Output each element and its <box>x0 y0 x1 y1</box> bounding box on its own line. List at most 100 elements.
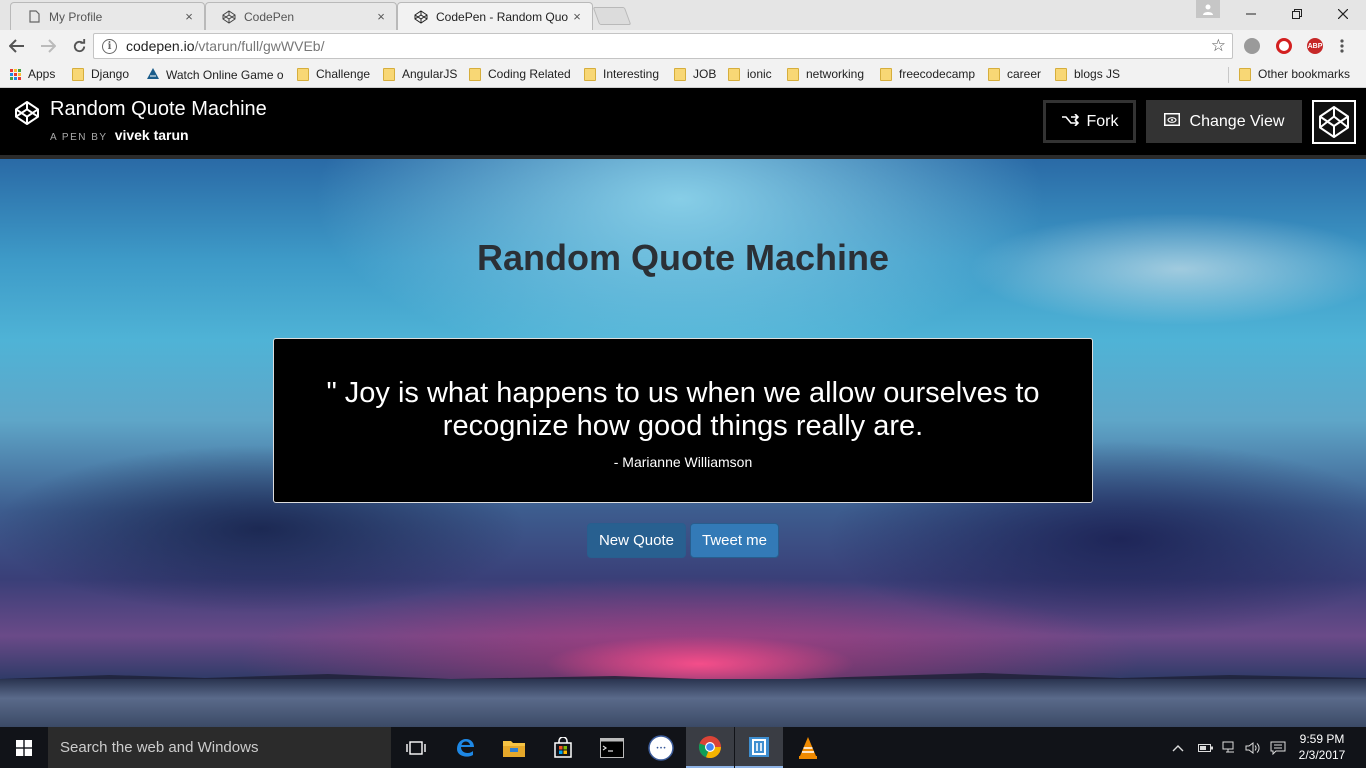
folder-icon <box>1239 67 1251 81</box>
bookmark-label: Interesting <box>603 67 660 81</box>
task-view-icon[interactable] <box>392 727 440 768</box>
folder-icon <box>880 67 892 81</box>
tab-close-icon[interactable]: × <box>182 9 196 24</box>
eye-window-icon <box>1163 112 1180 131</box>
bookmark-label: freecodecamp <box>899 67 976 81</box>
pen-byline: A PEN BY vivek tarun <box>50 127 189 143</box>
bookmark-label: blogs JS <box>1074 67 1121 81</box>
game-icon <box>146 67 160 83</box>
folder-icon <box>297 67 309 81</box>
menu-icon[interactable] <box>1340 38 1346 54</box>
folder-icon <box>383 67 395 81</box>
new-quote-button[interactable]: New Quote <box>587 523 686 558</box>
folder-icon <box>674 67 686 81</box>
tab-codepen[interactable]: CodePen × <box>205 2 397 30</box>
folder-icon <box>1055 67 1067 81</box>
windows-start-icon[interactable] <box>0 727 48 768</box>
opera-icon[interactable] <box>1276 38 1292 54</box>
notification-icon[interactable] <box>1270 727 1286 768</box>
bookmark-star-icon[interactable]: ☆ <box>1211 36 1226 56</box>
address-bar[interactable]: i codepen.io/vtarun/full/gwWVEb/ ☆ <box>93 33 1233 59</box>
restore-icon[interactable] <box>1274 0 1320 28</box>
file-explorer-icon[interactable] <box>490 727 538 768</box>
clock-date: 2/3/2017 <box>1298 748 1346 762</box>
extension-icon[interactable] <box>1244 38 1260 54</box>
mozilla-maintenance-icon[interactable]: ••• <box>637 727 685 768</box>
battery-icon[interactable] <box>1198 727 1214 768</box>
bookmark-label: Other bookmarks <box>1258 67 1351 81</box>
bookmark-interesting[interactable]: Interesting <box>584 67 659 81</box>
windows-taskbar: Search the web and Windows ••• 9:59 PM 2… <box>0 727 1366 768</box>
tab-close-icon[interactable]: × <box>374 9 388 24</box>
bookmark-label: ionic <box>747 67 772 81</box>
tab-random-quote[interactable]: CodePen - Random Quo × <box>397 2 593 30</box>
bookmark-ionic[interactable]: ionic <box>728 67 772 81</box>
tab-title: My Profile <box>49 9 103 24</box>
bookmark-label: Coding Related <box>488 67 571 81</box>
bookmark-label: Apps <box>28 67 56 81</box>
bookmark-django[interactable]: Django <box>72 67 129 81</box>
show-hidden-icons[interactable] <box>1172 727 1184 768</box>
bookmarks-bar: Apps Django Watch Online Game o Challeng… <box>0 62 1366 88</box>
url-path: /vtarun/full/gwWVEb/ <box>194 38 325 54</box>
bookmark-other[interactable]: Other bookmarks <box>1239 67 1350 81</box>
pen-author-link[interactable]: vivek tarun <box>115 127 189 143</box>
bookmarks-divider <box>1228 67 1229 83</box>
back-arrow-icon[interactable] <box>3 32 31 60</box>
tab-title: CodePen <box>244 9 295 24</box>
bookmark-career[interactable]: career <box>988 67 1041 81</box>
system-clock[interactable]: 9:59 PM 2/3/2017 <box>1292 731 1352 763</box>
codepen-logo-icon[interactable] <box>14 100 40 131</box>
tab-my-profile[interactable]: My Profile × <box>10 2 205 30</box>
folder-icon <box>988 67 1000 81</box>
user-profile-icon[interactable] <box>1196 0 1220 18</box>
bookmark-watch-online-game[interactable]: Watch Online Game o <box>146 67 284 83</box>
chrome-icon[interactable] <box>686 727 734 768</box>
tab-close-icon[interactable]: × <box>570 9 584 24</box>
codepen-header: Random Quote Machine A PEN BY vivek taru… <box>0 89 1366 155</box>
bookmark-label: JOB <box>693 67 717 81</box>
pen-title: Random Quote Machine <box>50 98 267 120</box>
tweet-button[interactable]: Tweet me <box>690 523 779 558</box>
bookmark-blogs-js[interactable]: blogs JS <box>1055 67 1120 81</box>
new-tab-button[interactable] <box>592 7 632 25</box>
volume-icon[interactable] <box>1245 727 1261 768</box>
bookmark-challenge[interactable]: Challenge <box>297 67 370 81</box>
browser-toolbar: i codepen.io/vtarun/full/gwWVEb/ ☆ ABP <box>0 30 1366 62</box>
forward-arrow-icon[interactable] <box>34 32 62 60</box>
app-icon[interactable] <box>735 727 783 768</box>
reload-icon[interactable] <box>65 32 93 60</box>
store-icon[interactable] <box>539 727 587 768</box>
cmd-icon[interactable] <box>588 727 636 768</box>
adblock-plus-icon[interactable]: ABP <box>1307 38 1323 54</box>
user-avatar[interactable] <box>1312 100 1356 144</box>
site-info-icon[interactable]: i <box>102 38 117 54</box>
codepen-icon <box>222 9 236 24</box>
fork-button[interactable]: Fork <box>1043 100 1136 143</box>
vlc-icon[interactable] <box>784 727 832 768</box>
close-window-icon[interactable] <box>1320 0 1366 28</box>
edge-icon[interactable] <box>441 727 489 768</box>
folder-icon <box>469 67 481 81</box>
quote-author: - Marianne Williamson <box>613 454 753 470</box>
folder-icon <box>584 67 596 81</box>
bookmark-label: Challenge <box>316 67 371 81</box>
bookmark-job[interactable]: JOB <box>674 67 716 81</box>
page-title: Random Quote Machine <box>476 237 890 278</box>
fork-label: Fork <box>1086 112 1119 130</box>
bookmark-apps[interactable]: Apps <box>10 67 55 81</box>
minimize-icon[interactable] <box>1228 0 1274 28</box>
bookmark-coding-related[interactable]: Coding Related <box>469 67 571 81</box>
taskbar-search-input[interactable]: Search the web and Windows <box>48 727 391 768</box>
bookmark-angularjs[interactable]: AngularJS <box>383 67 457 81</box>
document-icon <box>27 10 41 24</box>
bookmark-label: networking <box>806 67 865 81</box>
change-view-button[interactable]: Change View <box>1146 100 1302 143</box>
change-view-label: Change View <box>1189 112 1285 130</box>
svg-text:•••: ••• <box>656 745 667 752</box>
browser-tab-strip: My Profile × CodePen × CodePen - Random … <box>0 0 1366 30</box>
bookmark-networking[interactable]: networking <box>787 67 864 81</box>
url-host: codepen.io <box>126 38 195 54</box>
network-icon[interactable] <box>1222 727 1238 768</box>
bookmark-freecodecamp[interactable]: freecodecamp <box>880 67 975 81</box>
